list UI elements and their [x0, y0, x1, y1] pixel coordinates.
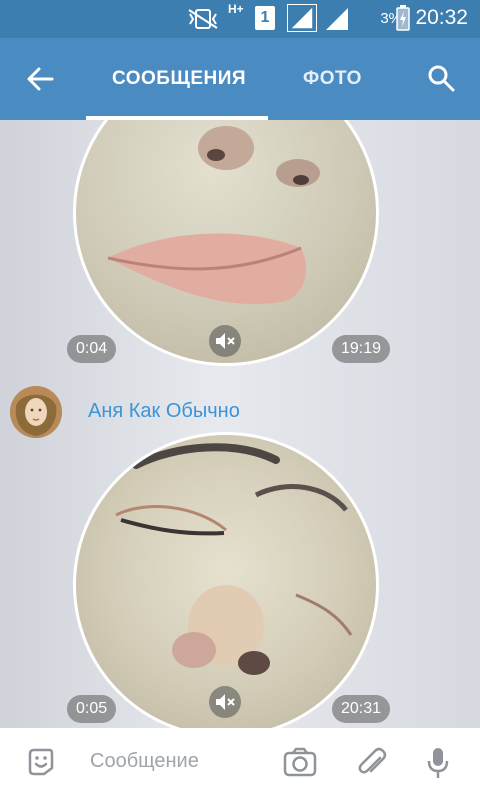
avatar-image [10, 386, 62, 438]
camera-icon[interactable] [282, 746, 318, 778]
status-bar: H+ 1 3% 20:32 [0, 0, 480, 38]
mic-icon[interactable] [426, 746, 450, 780]
signal-icon [287, 4, 317, 32]
sim-indicator: 1 [255, 6, 275, 30]
video-duration-1: 0:04 [67, 335, 117, 363]
signal-icon-2 [326, 8, 348, 30]
network-type: H+ [228, 2, 244, 16]
search-icon[interactable] [426, 63, 456, 93]
mute-icon [216, 694, 235, 710]
avatar[interactable] [10, 386, 62, 438]
clock: 20:32 [415, 6, 468, 29]
video-frame-face [115, 443, 353, 675]
video-note-2[interactable] [73, 432, 379, 728]
mute-icon [216, 333, 235, 349]
video-mute-button-1[interactable] [209, 325, 241, 357]
message-composer: Сообщение [0, 728, 480, 800]
back-arrow-icon[interactable] [24, 63, 56, 95]
video-duration-2: 0:05 [67, 695, 117, 723]
vibrate-mute-icon [188, 9, 218, 29]
sticker-icon[interactable] [24, 746, 56, 778]
tab-messages[interactable]: СООБЩЕНИЯ [112, 68, 246, 90]
message-input[interactable]: Сообщение [90, 750, 199, 773]
video-mute-button-2[interactable] [209, 686, 241, 718]
message-time-2: 20:31 [332, 695, 391, 723]
battery-charging-icon [396, 5, 410, 31]
chat-area[interactable]: 0:04 19:19 Аня Как Обычно 0:05 20:31 [0, 120, 480, 728]
sender-name[interactable]: Аня Как Обычно [88, 400, 240, 423]
attach-icon[interactable] [356, 746, 388, 780]
tab-photo[interactable]: ФОТО [303, 68, 362, 90]
message-time-1: 19:19 [332, 335, 391, 363]
app-bar: СООБЩЕНИЯ ФОТО [0, 38, 480, 120]
